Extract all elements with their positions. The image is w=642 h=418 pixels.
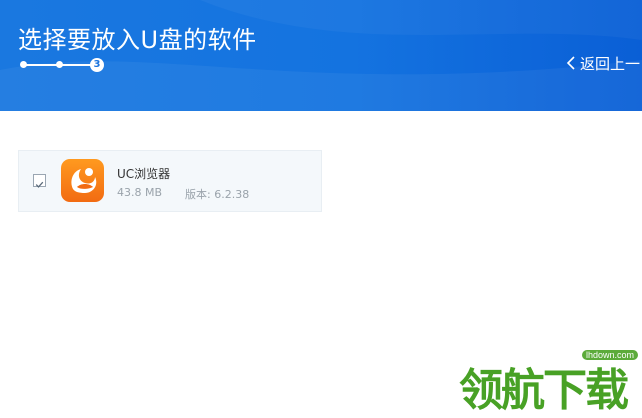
back-button[interactable]: 返回上一 [566, 53, 640, 73]
step-indicator: 3 [20, 58, 110, 72]
app-version: 版本: 6.2.38 [185, 188, 250, 201]
step-connector [26, 64, 58, 66]
watermark-text: 领航下载 [459, 365, 629, 416]
uc-browser-icon [61, 159, 104, 202]
header-background-wave [0, 0, 642, 111]
watermark-domain: lhdown.com [581, 350, 638, 360]
back-label: 返回上一 [580, 54, 641, 73]
watermark: 领航下载 lhdown.com [455, 350, 642, 416]
software-item[interactable]: UC浏览器 43.8 MB 版本: 6.2.38 [18, 150, 322, 212]
chevron-left-icon [566, 56, 575, 70]
step-connector [62, 64, 92, 66]
app-size: 43.8 MB [117, 186, 163, 199]
software-checkbox[interactable] [33, 174, 46, 188]
check-icon [35, 181, 44, 188]
app-name: UC浏览器 [117, 167, 171, 181]
step-current: 3 [90, 58, 104, 72]
page-title: 选择要放入U盘的软件 [18, 26, 257, 54]
header-banner: 选择要放入U盘的软件 3 返回上一 [0, 0, 642, 111]
